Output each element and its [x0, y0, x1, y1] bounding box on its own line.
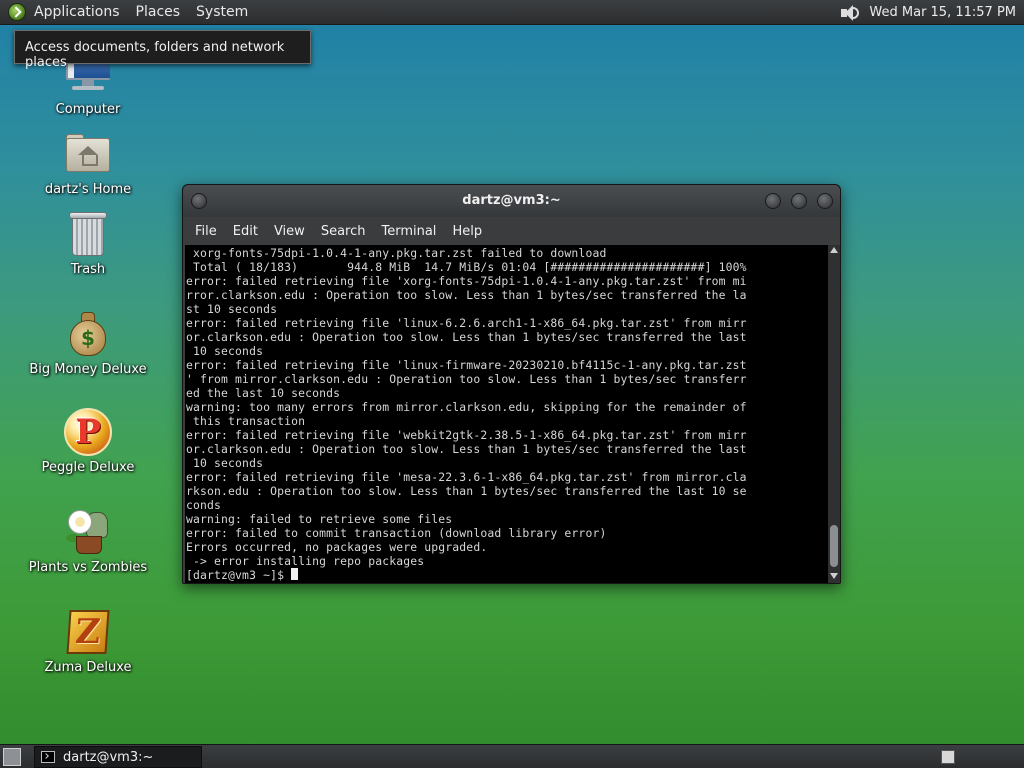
peggle-icon: P — [64, 408, 112, 456]
terminal-line: Total ( 18/183) 944.8 MiB 14.7 MiB/s 01:… — [186, 260, 747, 274]
scroll-down-arrow-icon[interactable] — [830, 573, 838, 579]
terminal-line: warning: failed to retrieve some files — [186, 512, 453, 526]
desktop-icon-label: Zuma Deluxe — [44, 660, 132, 675]
window-titlebar[interactable]: dartz@vm3:~ — [183, 185, 840, 217]
plants-vs-zombies-icon — [64, 508, 112, 556]
terminal-line: or.clarkson.edu : Operation too slow. Le… — [186, 442, 747, 456]
maximize-button[interactable] — [791, 193, 807, 209]
terminal-line: 10 seconds — [186, 344, 264, 358]
terminal-line: Errors occurred, no packages were upgrad… — [186, 540, 488, 554]
window-title: dartz@vm3:~ — [462, 193, 561, 208]
menu-search[interactable]: Search — [313, 224, 374, 239]
menu-applications[interactable]: Applications — [26, 0, 128, 25]
menu-view[interactable]: View — [266, 224, 313, 239]
minimize-button[interactable] — [765, 193, 781, 209]
show-desktop-icon[interactable] — [3, 748, 21, 766]
terminal-line: error: failed retrieving file 'webkit2gt… — [186, 428, 747, 442]
terminal-line: xorg-fonts-75dpi-1.0.4-1-any.pkg.tar.zst… — [186, 246, 607, 260]
places-tooltip: Access documents, folders and network pl… — [14, 30, 311, 70]
desktop-icon-label: Big Money Deluxe — [29, 362, 147, 377]
clock[interactable]: Wed Mar 15, 11:57 PM — [869, 5, 1024, 20]
terminal-menubar: File Edit View Search Terminal Help — [183, 217, 840, 245]
terminal-line: rkson.edu : Operation too slow. Less tha… — [186, 484, 747, 498]
terminal-line: rror.clarkson.edu : Operation too slow. … — [186, 288, 747, 302]
terminal-line: or.clarkson.edu : Operation too slow. Le… — [186, 330, 747, 344]
desktop-icon-home[interactable]: dartz's Home — [28, 130, 148, 197]
scroll-up-arrow-icon[interactable] — [830, 247, 838, 253]
desktop-icon-zuma[interactable]: Z Zuma Deluxe — [28, 608, 148, 675]
trash-icon — [64, 210, 112, 258]
menu-edit[interactable]: Edit — [225, 224, 266, 239]
home-folder-icon — [64, 130, 112, 178]
terminal-text: xorg-fonts-75dpi-1.0.4-1-any.pkg.tar.zst… — [185, 245, 828, 582]
terminal-icon — [41, 751, 55, 763]
menu-file[interactable]: File — [187, 224, 225, 239]
desktop-icon-label: dartz's Home — [44, 182, 132, 197]
menu-help[interactable]: Help — [444, 224, 490, 239]
desktop-icon-label: Trash — [70, 262, 106, 277]
terminal-line: ' from mirror.clarkson.edu : Operation t… — [186, 372, 747, 386]
terminal-line: error: failed retrieving file 'xorg-font… — [186, 274, 747, 288]
desktop-icon-label: Plants vs Zombies — [28, 560, 148, 575]
menu-system[interactable]: System — [188, 0, 256, 25]
desktop-icon-peggle[interactable]: P Peggle Deluxe — [28, 408, 148, 475]
terminal-line: -> error installing repo packages — [186, 554, 425, 568]
desktop-icon-pvz[interactable]: Plants vs Zombies — [28, 508, 148, 575]
desktop-icon-label: Computer — [55, 102, 121, 117]
applications-logo-icon[interactable] — [8, 3, 26, 21]
terminal-line: conds — [186, 498, 222, 512]
terminal-cursor — [291, 568, 299, 580]
workspace-switcher[interactable] — [941, 750, 955, 764]
taskbar-terminal-button[interactable]: dartz@vm3:~ — [34, 746, 202, 768]
menu-places[interactable]: Places — [128, 0, 189, 25]
desktop-icon-big-money[interactable]: $ Big Money Deluxe — [28, 310, 148, 377]
terminal-line: warning: too many errors from mirror.cla… — [186, 400, 747, 414]
terminal-scrollbar[interactable] — [828, 245, 840, 583]
money-bag-icon: $ — [64, 310, 112, 358]
terminal-window[interactable]: dartz@vm3:~ File Edit View Search Termin… — [182, 184, 841, 584]
terminal-line: error: failed to commit transaction (dow… — [186, 526, 607, 540]
terminal-line: st 10 seconds — [186, 302, 278, 316]
panel-tray: Wed Mar 15, 11:57 PM — [839, 0, 1024, 25]
terminal-line: error: failed retrieving file 'linux-fir… — [186, 358, 747, 372]
menu-terminal[interactable]: Terminal — [373, 224, 444, 239]
terminal-line: error: failed retrieving file 'linux-6.2… — [186, 316, 747, 330]
volume-icon[interactable] — [839, 4, 860, 22]
terminal-line: error: failed retrieving file 'mesa-22.3… — [186, 470, 747, 484]
top-panel: Applications Places System Wed Mar 15, 1… — [0, 0, 1024, 25]
terminal-line: ed the last 10 seconds — [186, 386, 341, 400]
scroll-thumb[interactable] — [830, 525, 838, 567]
terminal-line: this transaction — [186, 414, 306, 428]
terminal-line: 10 seconds — [186, 456, 264, 470]
close-button[interactable] — [817, 193, 833, 209]
desktop-icon-label: Peggle Deluxe — [41, 460, 135, 475]
terminal-output[interactable]: xorg-fonts-75dpi-1.0.4-1-any.pkg.tar.zst… — [185, 245, 828, 583]
desktop-icon-trash[interactable]: Trash — [28, 210, 148, 277]
terminal-prompt: [dartz@vm3 ~]$ — [186, 568, 828, 582]
zuma-icon: Z — [64, 608, 112, 656]
taskbar-label: dartz@vm3:~ — [63, 749, 154, 765]
bottom-panel: dartz@vm3:~ — [0, 744, 1024, 768]
